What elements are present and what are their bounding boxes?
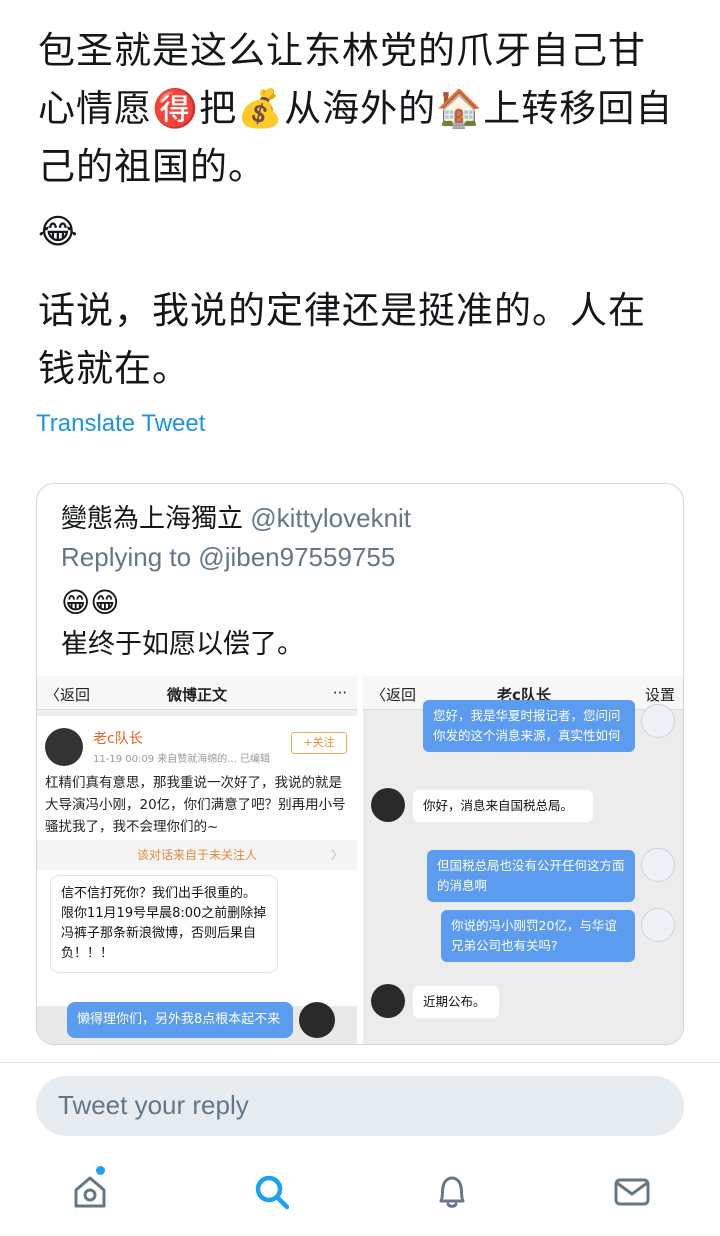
tweet-line: 心情愿🉐把💰从海外的🏠上转移回自 — [38, 87, 674, 130]
avatar — [45, 728, 83, 766]
tweet-text-2: 话说，我说的定律还是挺准的。人在 钱就在。 — [38, 282, 698, 398]
home-icon — [74, 1176, 106, 1208]
tab-search[interactable] — [250, 1170, 294, 1214]
weibo-note: 该对话来自于未关注人 〉 — [37, 840, 357, 870]
avatar — [371, 788, 405, 822]
more-icon: ··· — [332, 684, 347, 702]
bell-icon — [439, 1176, 465, 1208]
sent-message: 懒得理你们，另外我8点根本起不来 — [67, 1002, 293, 1038]
quoted-author-name: 變態為上海獨立 — [61, 503, 244, 533]
weibo-username: 老c队长 — [93, 731, 143, 747]
tab-bar — [0, 1150, 720, 1236]
received-message: 信不信打死你？我们出手很重的。限你11月19号早晨8:00之前删除掉冯裤子那条新… — [51, 876, 277, 972]
replying-to: Replying to @jiben97559755 — [61, 542, 396, 572]
tweet-line: 钱就在。 — [38, 347, 190, 390]
quoted-emoji: 😁😁 — [61, 586, 120, 619]
tab-notifications[interactable] — [430, 1170, 474, 1214]
tweet-line: 己的祖国的。 — [38, 145, 266, 188]
tweet-emoji: 😂 — [38, 212, 78, 252]
chat-message: 你好，消息来自国税总局。 — [413, 790, 593, 822]
chat-message: 您好，我是华夏时报记者，您问问你发的这个消息来源，真实性如何 — [423, 700, 635, 752]
tweet-line: 话说，我说的定律还是挺准的。人在 — [38, 289, 646, 332]
quoted-author: 變態為上海獨立 @kittyloveknit — [61, 498, 411, 535]
chat-message: 你说的冯小刚罚20亿，与华谊兄弟公司也有关吗? — [441, 910, 635, 962]
reply-box[interactable] — [36, 1076, 684, 1136]
translate-tweet-link[interactable]: Translate Tweet — [36, 410, 205, 438]
avatar — [641, 908, 675, 942]
settings-label: 设置 — [644, 686, 675, 704]
chat-message: 近期公布。 — [413, 986, 499, 1018]
tweet-text: 包圣就是这么让东林党的爪牙自己甘 心情愿🉐把💰从海外的🏠上转移回自 己的祖国的。 — [38, 22, 698, 196]
tab-home[interactable] — [68, 1166, 112, 1214]
chat-message: 但国税总局也没有公开任何这方面的消息啊 — [427, 850, 635, 902]
mail-icon — [614, 1178, 650, 1206]
chat-screenshot[interactable]: 〈返回 老c队长 设置 您好，我是华夏时报记者，您问问你发的这个消息来源，真实性… — [363, 676, 683, 1044]
weibo-nav: 〈返回 微博正文 ··· — [37, 676, 357, 710]
notification-dot — [96, 1166, 105, 1175]
weibo-title: 微博正文 — [166, 686, 227, 704]
quoted-author-handle: @kittyloveknit — [250, 503, 412, 533]
avatar — [299, 1002, 335, 1038]
weibo-note-text: 该对话来自于未关注人 — [136, 848, 257, 862]
chevron-right-icon: 〉 — [330, 848, 343, 862]
tab-messages[interactable] — [610, 1170, 654, 1214]
weibo-body: 杠精们真有意思，那我重说一次好了，我说的就是大导演冯小刚，20亿，你们满意了吧？… — [45, 775, 346, 835]
weibo-meta: 11-19 00:09 来自赞就海绵的... 已编辑 — [93, 754, 270, 765]
search-icon — [255, 1175, 290, 1210]
avatar — [641, 704, 675, 738]
avatar — [641, 848, 675, 882]
quoted-tweet[interactable]: 變態為上海獨立 @kittyloveknit Replying to @jibe… — [36, 483, 684, 1045]
divider — [0, 1062, 720, 1063]
weibo-screenshot[interactable]: 〈返回 微博正文 ··· 老c队长 11-19 00:09 来自赞就海绵的...… — [37, 676, 357, 1044]
follow-button: +关注 — [291, 732, 347, 754]
quoted-text: 崔终于如愿以偿了。 — [61, 629, 304, 660]
chat-area: 您好，我是华夏时报记者，您问问你发的这个消息来源，真实性如何 你好，消息来自国税… — [363, 700, 683, 1044]
tweet-line: 包圣就是这么让东林党的爪牙自己甘 — [38, 29, 646, 72]
reply-input[interactable] — [58, 1090, 658, 1121]
avatar — [371, 984, 405, 1018]
